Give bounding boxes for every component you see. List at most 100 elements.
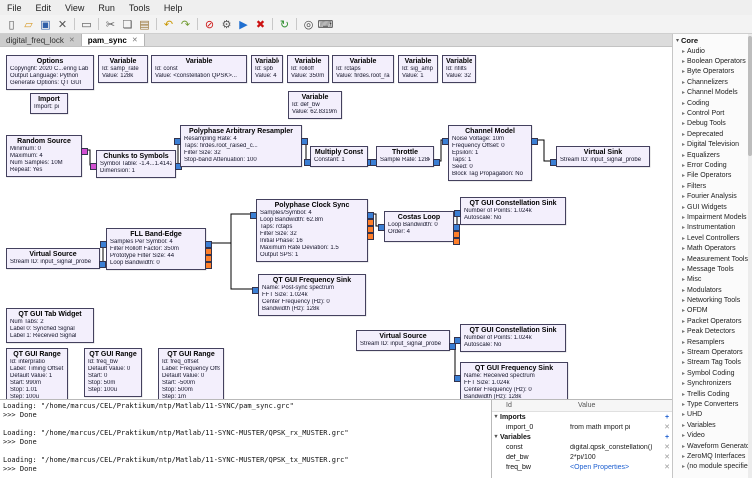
undo-icon[interactable]: ↶ bbox=[160, 16, 177, 32]
library-category[interactable]: ▸ Trellis Coding bbox=[673, 389, 752, 399]
port-in-complex[interactable] bbox=[174, 138, 181, 145]
block-var_spb[interactable]: VariableId: spbValue: 4 bbox=[251, 55, 283, 83]
variable-section-row[interactable]: ▼Imports+ bbox=[492, 412, 672, 422]
block-range_freq_bw[interactable]: QT GUI RangeId: freq_bwDefault Value: 0S… bbox=[84, 348, 142, 397]
block-fll_band_edge[interactable]: FLL Band-EdgeSamples Per Symbol: 4Filter… bbox=[106, 228, 206, 270]
remove-variable-button[interactable]: ✕ bbox=[662, 463, 672, 471]
block-freq_sink_1[interactable]: QT GUI Frequency SinkName: Post-sync spe… bbox=[258, 274, 366, 316]
library-category[interactable]: ▸ Resamplers bbox=[673, 337, 752, 347]
remove-variable-button[interactable]: ✕ bbox=[662, 453, 672, 461]
scrollbar[interactable] bbox=[748, 34, 752, 478]
library-category[interactable]: ▸ Variables bbox=[673, 420, 752, 430]
block-multiply_const[interactable]: Multiply ConstConstant: 1 bbox=[310, 146, 368, 167]
block-var_def_bw[interactable]: VariableId: def_bwValue: 62.8319m bbox=[288, 91, 342, 119]
port-out-float[interactable] bbox=[367, 233, 374, 240]
close-file-icon[interactable]: ✕ bbox=[54, 16, 71, 32]
caret-down-icon[interactable]: ▼ bbox=[492, 434, 500, 440]
block-options[interactable]: OptionsCopyright: 2020 C...ering LabOutp… bbox=[6, 55, 94, 90]
port-in-complex[interactable] bbox=[304, 159, 311, 166]
library-category[interactable]: ▸ Message Tools bbox=[673, 264, 752, 274]
open-file-icon[interactable]: ▱ bbox=[20, 16, 37, 32]
port-out-complex[interactable] bbox=[449, 343, 456, 350]
menu-item[interactable]: View bbox=[58, 0, 91, 15]
block-costas_loop[interactable]: Costas LoopLoop Bandwidth: 0Order: 4 bbox=[384, 211, 454, 242]
library-category[interactable]: ▸ Debug Tools bbox=[673, 119, 752, 129]
library-category[interactable]: ▸ Control Port bbox=[673, 108, 752, 118]
port-out-complex[interactable] bbox=[531, 138, 538, 145]
block-pfb_clock_sync[interactable]: Polyphase Clock SyncSamples/Symbol: 4Loo… bbox=[256, 199, 368, 262]
block-range_interpratio[interactable]: QT GUI RangeId: interpratioLabel: Timing… bbox=[6, 348, 68, 399]
library-root[interactable]: ▾ Core bbox=[673, 34, 752, 46]
menu-item[interactable]: Edit bbox=[29, 0, 59, 15]
port-out-complex[interactable] bbox=[433, 159, 440, 166]
menu-item[interactable]: Tools bbox=[122, 0, 157, 15]
block-var_nfilts[interactable]: VariableId: nfiltsValue: 32 bbox=[442, 55, 476, 83]
block-random_source[interactable]: Random SourceMinimum: 0Maximum: 4Num Sam… bbox=[6, 135, 82, 177]
connection-wire[interactable] bbox=[206, 214, 256, 243]
block-var_rolloff[interactable]: VariableId: rolloffValue: 350m bbox=[287, 55, 329, 83]
port-out-float[interactable] bbox=[367, 226, 374, 233]
block-virtual_source_1[interactable]: Virtual SourceStream ID: input_signal_pr… bbox=[6, 248, 100, 269]
library-category[interactable]: ▸ Video bbox=[673, 430, 752, 440]
port-out-float[interactable] bbox=[453, 238, 460, 245]
new-file-icon[interactable]: ▯ bbox=[3, 16, 20, 32]
variable-row[interactable]: import_0from math import pi✕ bbox=[492, 422, 672, 432]
variable-row[interactable]: constdigital.qpsk_constellation()✕ bbox=[492, 442, 672, 452]
port-out-float[interactable] bbox=[205, 262, 212, 269]
library-category[interactable]: ▸ Peak Detectors bbox=[673, 327, 752, 337]
library-category[interactable]: ▸ Stream Tag Tools bbox=[673, 358, 752, 368]
library-category[interactable]: ▸ File Operators bbox=[673, 171, 752, 181]
tab-close-icon[interactable]: ✕ bbox=[69, 36, 75, 44]
library-category[interactable]: ▸ Misc bbox=[673, 275, 752, 285]
library-category[interactable]: ▸ UHD bbox=[673, 410, 752, 420]
port-out-byte[interactable] bbox=[81, 148, 88, 155]
copy-icon[interactable]: ❏ bbox=[119, 16, 136, 32]
reload-blocks-icon[interactable]: ↻ bbox=[276, 16, 293, 32]
find-block-icon[interactable]: ◎ bbox=[300, 16, 317, 32]
block-channel_model[interactable]: Channel ModelNoise Voltage: 10mFrequency… bbox=[448, 125, 532, 181]
library-category[interactable]: ▸ Error Coding bbox=[673, 160, 752, 170]
library-category[interactable]: ▸ Channel Models bbox=[673, 88, 752, 98]
library-category[interactable]: ▸ Digital Television bbox=[673, 140, 752, 150]
caret-down-icon[interactable]: ▼ bbox=[492, 414, 500, 420]
library-category[interactable]: ▸ Packet Operators bbox=[673, 316, 752, 326]
library-category[interactable]: ▸ Deprecated bbox=[673, 129, 752, 139]
block-var_sig_amp[interactable]: VariableId: sig_ampValue: 1 bbox=[398, 55, 438, 83]
block-const_sink_2[interactable]: QT GUI Constellation SinkNumber of Point… bbox=[460, 324, 566, 352]
block-var_const[interactable]: VariableId: constValue: <constellation Q… bbox=[151, 55, 247, 83]
add-variable-button[interactable]: + bbox=[662, 414, 672, 421]
library-category[interactable]: ▸ Waveform Generators bbox=[673, 441, 752, 451]
block-chunks_to_symbols[interactable]: Chunks to SymbolsSymbol Table: -1.4...1.… bbox=[96, 150, 176, 178]
port-in-complex[interactable] bbox=[378, 224, 385, 231]
library-category[interactable]: ▸ Networking Tools bbox=[673, 295, 752, 305]
variable-row[interactable]: freq_bw<Open Properties>✕ bbox=[492, 462, 672, 472]
library-category[interactable]: ▸ Audio bbox=[673, 46, 752, 56]
library-category[interactable]: ▸ Coding bbox=[673, 98, 752, 108]
port-out-complex[interactable] bbox=[453, 224, 460, 231]
port-in-complex[interactable] bbox=[454, 337, 461, 344]
paste-icon[interactable]: ▤ bbox=[136, 16, 153, 32]
library-category[interactable]: ▸ Measurement Tools bbox=[673, 254, 752, 264]
block-tab_widget[interactable]: QT GUI Tab WidgetNum Tabs: 2Label 0: Syn… bbox=[6, 308, 94, 343]
flowgraph-canvas[interactable]: OptionsCopyright: 2020 C...ering LabOutp… bbox=[0, 47, 672, 399]
library-category[interactable]: ▸ Level Controllers bbox=[673, 233, 752, 243]
library-category[interactable]: ▸ Modulators bbox=[673, 285, 752, 295]
library-category[interactable]: ▸ Type Converters bbox=[673, 399, 752, 409]
remove-variable-button[interactable]: ✕ bbox=[662, 443, 672, 451]
library-category[interactable]: ▸ Fourier Analysis bbox=[673, 191, 752, 201]
menu-item[interactable]: Run bbox=[91, 0, 122, 15]
library-category[interactable]: ▸ GUI Widgets bbox=[673, 202, 752, 212]
port-in-complex[interactable] bbox=[370, 159, 377, 166]
library-category[interactable]: ▸ Byte Operators bbox=[673, 67, 752, 77]
remove-variable-button[interactable]: ✕ bbox=[662, 423, 672, 431]
execute-flowgraph-icon[interactable]: ▶ bbox=[235, 16, 252, 32]
block-virtual_source_2[interactable]: Virtual SourceStream ID: input_signal_pr… bbox=[356, 330, 450, 351]
library-category[interactable]: ▸ Boolean Operators bbox=[673, 56, 752, 66]
block-pfb_resampler[interactable]: Polyphase Arbitrary ResamplerResampling … bbox=[180, 125, 302, 167]
variable-section-row[interactable]: ▼Variables+ bbox=[492, 432, 672, 442]
library-category[interactable]: ▸ Channelizers bbox=[673, 77, 752, 87]
menu-item[interactable]: Help bbox=[157, 0, 190, 15]
port-in-complex[interactable] bbox=[550, 159, 557, 166]
port-in-complex[interactable] bbox=[454, 210, 461, 217]
port-out-float[interactable] bbox=[205, 248, 212, 255]
